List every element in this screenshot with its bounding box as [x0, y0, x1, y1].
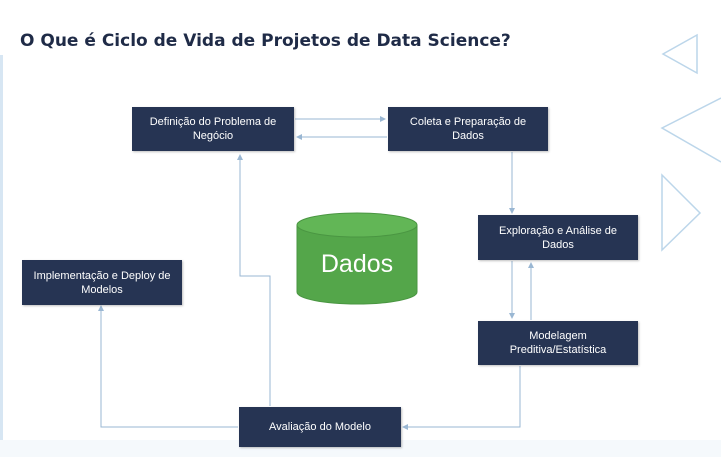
node-implementacao-deploy: Implementação e Deploy de Modelos: [22, 260, 182, 305]
node-avaliacao-modelo: Avaliação do Modelo: [239, 407, 401, 447]
decor-chevron-middle: [660, 97, 721, 163]
node-modelagem: Modelagem Preditiva/Estatística: [478, 321, 638, 365]
node-coleta-preparacao: Coleta e Preparação de Dados: [388, 107, 548, 151]
decor-triangle-bottom: [661, 173, 702, 252]
node-exploracao-analise: Exploração e Análise de Dados: [478, 215, 638, 260]
database-label: Dados: [320, 250, 394, 278]
node-definicao-problema: Definição do Problema de Negócio: [132, 107, 294, 151]
decorative-shapes: [660, 33, 721, 252]
connector-avaliacao-to-implementacao: [98, 305, 238, 428]
connector-modelagem-to-avaliacao: [402, 366, 521, 430]
connector-avaliacao-to-definicao: [237, 154, 271, 406]
decor-triangle-top: [661, 33, 698, 75]
